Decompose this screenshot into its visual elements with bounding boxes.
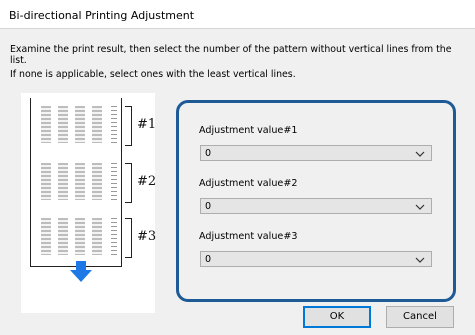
adjustment-label-1: Adjustment value#1 xyxy=(199,125,298,136)
bidirectional-adjustment-dialog: Bi-directional Printing Adjustment Exami… xyxy=(0,0,475,335)
pattern-illustration: #1 #2 #3 xyxy=(21,93,157,313)
adjustment-settings-group: Adjustment value#1 0 Adjustment value#2 … xyxy=(176,100,456,302)
dialog-body: Examine the print result, then select th… xyxy=(0,28,475,335)
adjustment-label-2: Adjustment value#2 xyxy=(199,178,298,189)
group-label-2: #2 xyxy=(137,174,157,189)
group-label-3: #3 xyxy=(137,229,157,244)
cancel-button[interactable]: Cancel xyxy=(386,306,454,328)
adjustment-select-2[interactable]: 0 xyxy=(200,198,432,214)
adjustment-select-3[interactable]: 0 xyxy=(200,251,432,267)
adjustment-select-1-value: 0 xyxy=(205,148,212,159)
group-label-1: #1 xyxy=(137,117,157,132)
pattern-block-2 xyxy=(41,163,117,200)
ok-button[interactable]: OK xyxy=(303,306,371,328)
instruction-line-3: If none is applicable, select ones with … xyxy=(10,69,296,80)
bracket-1 xyxy=(125,106,132,146)
paper-sheet xyxy=(30,98,122,267)
chevron-down-icon xyxy=(415,204,425,210)
bracket-2 xyxy=(125,163,132,203)
adjustment-select-3-value: 0 xyxy=(205,254,212,265)
title-bar: Bi-directional Printing Adjustment xyxy=(0,0,475,28)
feed-direction-arrow-icon xyxy=(70,261,92,282)
chevron-down-icon xyxy=(415,151,425,157)
adjustment-select-2-value: 0 xyxy=(205,201,212,212)
window-title: Bi-directional Printing Adjustment xyxy=(9,9,195,22)
instruction-line-2: list. xyxy=(10,55,27,66)
adjustment-label-3: Adjustment value#3 xyxy=(199,231,298,242)
pattern-block-1 xyxy=(41,106,117,143)
pattern-block-3 xyxy=(41,218,117,255)
bracket-3 xyxy=(125,218,132,258)
instruction-line-1: Examine the print result, then select th… xyxy=(10,44,452,55)
adjustment-select-1[interactable]: 0 xyxy=(200,145,432,161)
chevron-down-icon xyxy=(415,257,425,263)
